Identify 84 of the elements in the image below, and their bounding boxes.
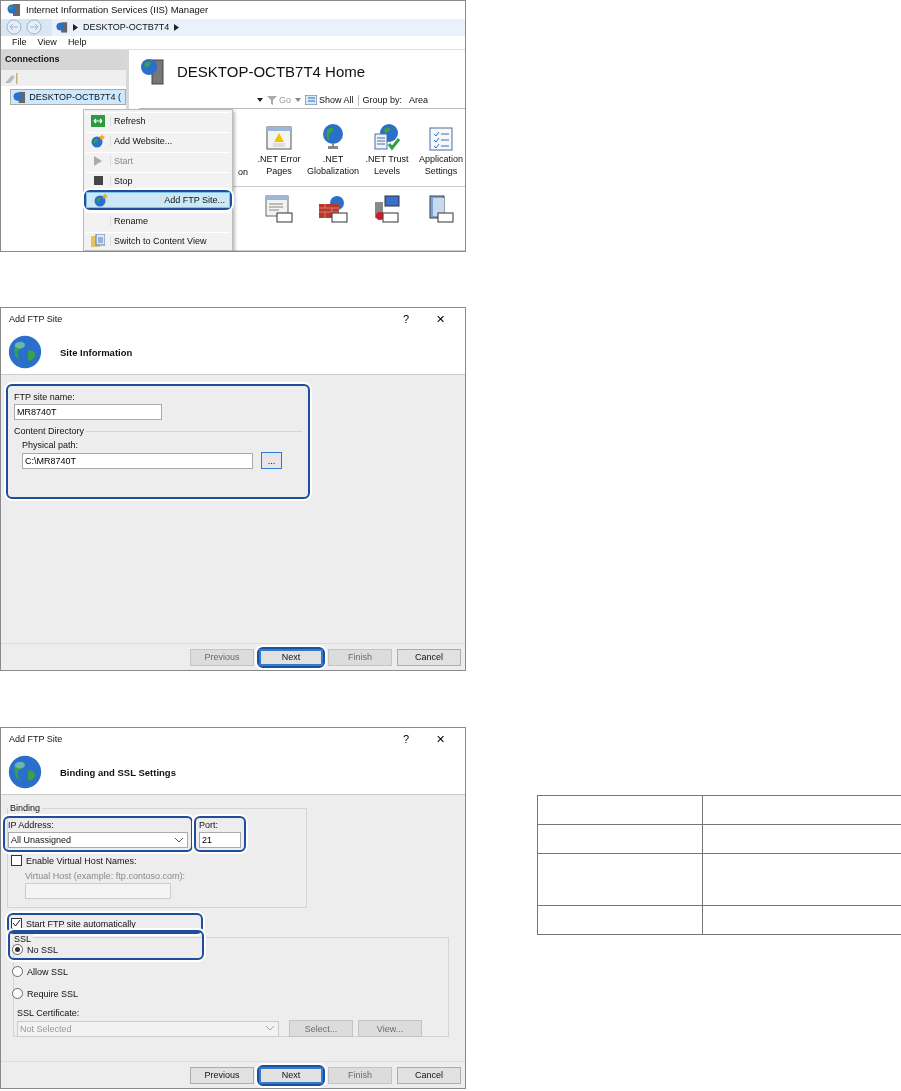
help-button[interactable]: ? xyxy=(389,733,423,745)
port-field[interactable]: 21 xyxy=(199,832,241,848)
chevron-down-icon xyxy=(266,1026,274,1031)
group-title: Content Directory xyxy=(14,426,85,436)
group-title: SSL xyxy=(12,934,33,944)
site-name-field[interactable]: MR8740T xyxy=(14,404,162,420)
field-label: Virtual Host (example: ftp.contoso.com): xyxy=(25,871,186,881)
dialog-button[interactable]: Previous xyxy=(190,1066,254,1084)
radio-button[interactable] xyxy=(12,944,23,955)
dialog-heading: Site Information xyxy=(60,346,133,358)
context-menu-item[interactable]: Switch to Content View xyxy=(86,232,230,248)
ftp-window-icon xyxy=(265,195,293,223)
breadcrumb-item[interactable]: DESKTOP-OCTB7T4 xyxy=(83,22,170,33)
settings-list-icon xyxy=(429,127,453,151)
help-button[interactable]: ? xyxy=(389,313,423,325)
close-button[interactable]: ✕ xyxy=(423,312,457,326)
list-icon xyxy=(305,95,317,105)
ftp-log-book-icon xyxy=(428,195,454,223)
context-menu-item[interactable]: Add FTP Site... xyxy=(86,192,230,208)
physical-path-field[interactable]: C:\MR8740T xyxy=(22,452,253,469)
tree-item[interactable]: DESKTOP-OCTB7T4 ( xyxy=(10,89,126,105)
window-title: Internet Information Services (IIS) Manager xyxy=(26,4,209,16)
ip-address-dropdown[interactable]: All Unassigned xyxy=(8,832,188,848)
chevron-down-icon xyxy=(175,837,183,843)
radio-button[interactable] xyxy=(12,966,23,977)
radio-label: Allow SSL xyxy=(27,966,69,977)
caret-icon[interactable] xyxy=(257,98,263,102)
server-globe-icon xyxy=(56,21,68,34)
radio-label: Require SSL xyxy=(27,988,79,999)
checkbox-label: Enable Virtual Host Names: xyxy=(26,855,137,866)
checkbox[interactable] xyxy=(11,855,22,866)
context-menu-item[interactable]: Refresh xyxy=(86,112,230,128)
group-title: Binding xyxy=(9,803,42,813)
menu-item[interactable]: Help xyxy=(67,37,87,48)
close-button[interactable]: ✕ xyxy=(423,732,457,746)
field-label: Port: xyxy=(199,820,219,830)
field-label: SSL Certificate: xyxy=(17,1008,81,1018)
server-globe-icon xyxy=(7,3,21,17)
feature-label[interactable]: .NET Trust Levels xyxy=(360,154,414,178)
menu-item[interactable]: View xyxy=(37,37,57,48)
feature-label[interactable]: on xyxy=(238,167,252,179)
ftp-firewall-icon xyxy=(318,195,348,223)
radio-label: No SSL xyxy=(27,944,59,955)
menu-item[interactable]: File xyxy=(12,37,27,48)
checkbox-label: Start FTP site automatically xyxy=(26,918,136,929)
dialog-button[interactable]: Next xyxy=(259,648,323,666)
chevron-right-icon xyxy=(174,23,180,31)
group-by-label: Group by: xyxy=(362,95,403,105)
warning-page-icon xyxy=(266,125,292,151)
server-globe-icon xyxy=(13,91,27,103)
context-menu-item[interactable]: Add Website... xyxy=(86,132,230,148)
ftp-computer-icon xyxy=(373,195,401,223)
funnel-icon xyxy=(267,95,277,105)
stop-icon xyxy=(93,176,103,185)
dialog-button[interactable]: Cancel xyxy=(397,648,461,666)
globe-stand-icon xyxy=(320,123,346,151)
globe-document-check-icon xyxy=(373,123,401,151)
chevron-right-icon xyxy=(73,23,78,31)
field-label: Physical path: xyxy=(22,440,80,450)
content-view-icon xyxy=(91,234,105,247)
page-title: DESKTOP-OCTB7T4 Home xyxy=(177,62,366,80)
address-bar[interactable]: DESKTOP-OCTB7T4 xyxy=(52,18,465,36)
browse-button[interactable]: ... xyxy=(261,452,282,469)
field-label: FTP site name: xyxy=(14,392,76,402)
dialog-heading: Binding and SSL Settings xyxy=(60,766,176,778)
checkbox[interactable] xyxy=(11,918,22,929)
feature-label[interactable]: .NET Globalization xyxy=(306,154,360,178)
dialog-title: Add FTP Site xyxy=(9,734,63,744)
dialog-title: Add FTP Site xyxy=(9,314,63,324)
context-menu-item[interactable]: Stop xyxy=(86,172,230,188)
field-label: IP Address: xyxy=(8,820,55,830)
globe-icon xyxy=(8,335,42,369)
dialog-button[interactable]: Next xyxy=(259,1066,323,1084)
connections-header: Connections xyxy=(1,50,126,70)
play-icon xyxy=(93,154,103,167)
context-menu-item[interactable]: Rename xyxy=(86,212,230,228)
feature-label[interactable]: Application Settings xyxy=(414,154,465,178)
dialog-button[interactable]: Cancel xyxy=(397,1066,461,1084)
radio-button[interactable] xyxy=(12,988,23,999)
server-globe-icon xyxy=(139,57,165,85)
globe-icon xyxy=(8,755,42,789)
refresh-icon xyxy=(91,114,105,127)
show-all-button[interactable]: Show All xyxy=(305,95,354,105)
feature-label[interactable]: .NET Error Pages xyxy=(252,154,306,178)
